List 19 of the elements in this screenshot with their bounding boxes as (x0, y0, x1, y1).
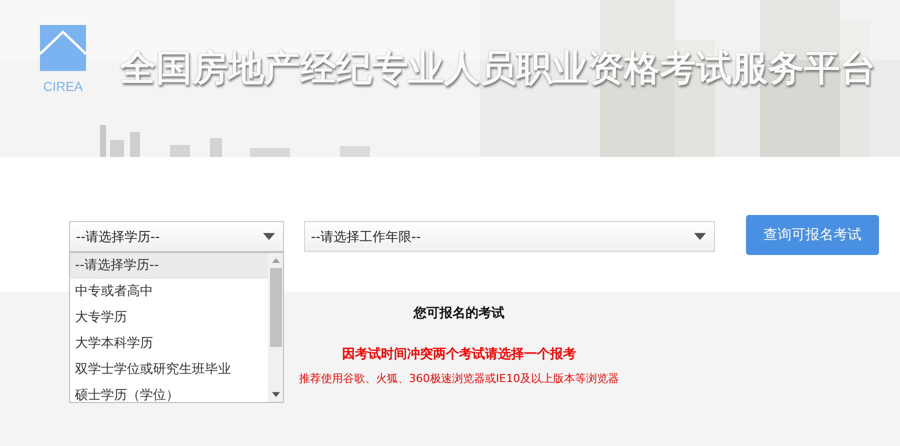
scrollbar[interactable] (268, 253, 283, 402)
roof-logo-icon (40, 25, 86, 71)
dropdown-option[interactable]: --请选择学历-- (70, 253, 268, 279)
dropdown-option[interactable]: 双学士学位或研究生班毕业 (70, 357, 268, 383)
scroll-up-icon[interactable] (272, 258, 280, 263)
education-select[interactable]: --请选择学历-- (69, 221, 284, 252)
conflict-notice: 因考试时间冲突两个考试请选择一个报考 (342, 346, 576, 363)
site-title: 全国房地产经纪专业人员职业资格考试服务平台 (120, 47, 876, 91)
results-heading: 您可报名的考试 (414, 305, 504, 322)
dropdown-option[interactable]: 大学本科学历 (70, 331, 268, 357)
dropdown-option[interactable]: 中专或者高中 (70, 279, 268, 305)
work-years-select[interactable]: --请选择工作年限-- (304, 221, 715, 252)
caret-icon (263, 233, 275, 240)
logo-text: CIREA (43, 79, 83, 94)
caret-icon (694, 233, 706, 240)
dropdown-option[interactable]: 大专学历 (70, 305, 268, 331)
browser-notice: 推荐使用谷歌、火狐、360极速浏览器或IE10及以上版本等浏览器 (298, 371, 620, 386)
scroll-down-icon[interactable] (272, 392, 280, 397)
dropdown-option[interactable]: 硕士学历（学位） (70, 383, 268, 402)
